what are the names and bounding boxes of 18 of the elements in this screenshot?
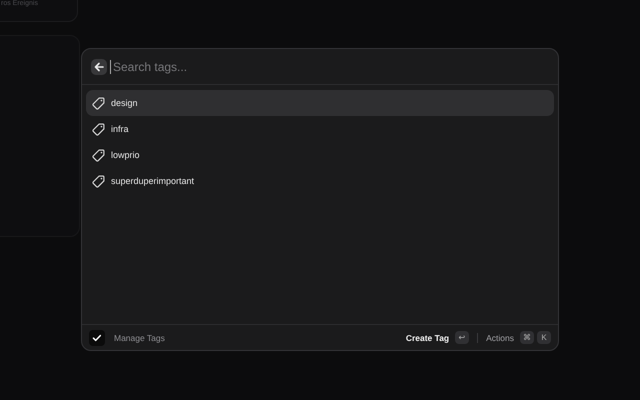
tag-icon: [92, 122, 105, 136]
tag-icon: [92, 148, 105, 162]
tag-item[interactable]: superduperimportant: [86, 168, 554, 194]
keyboard-key: ⌘: [520, 331, 534, 344]
tag-item[interactable]: design: [86, 90, 554, 116]
search-field[interactable]: Search tags...: [110, 60, 549, 74]
keyboard-key: K: [537, 331, 551, 344]
back-button[interactable]: [91, 58, 107, 74]
tag-icon: [92, 96, 105, 110]
checkmark-icon: [89, 330, 105, 346]
footer-title: Manage Tags: [114, 332, 165, 342]
arrow-left-icon: [94, 62, 104, 72]
tag-icon: [92, 174, 105, 188]
create-tag-button[interactable]: Create Tag: [406, 332, 450, 342]
keyboard-key: ↩: [455, 331, 470, 344]
tag-item[interactable]: lowprio: [86, 142, 554, 168]
tag-item[interactable]: infra: [86, 116, 554, 142]
actions-button[interactable]: Actions: [486, 332, 514, 342]
